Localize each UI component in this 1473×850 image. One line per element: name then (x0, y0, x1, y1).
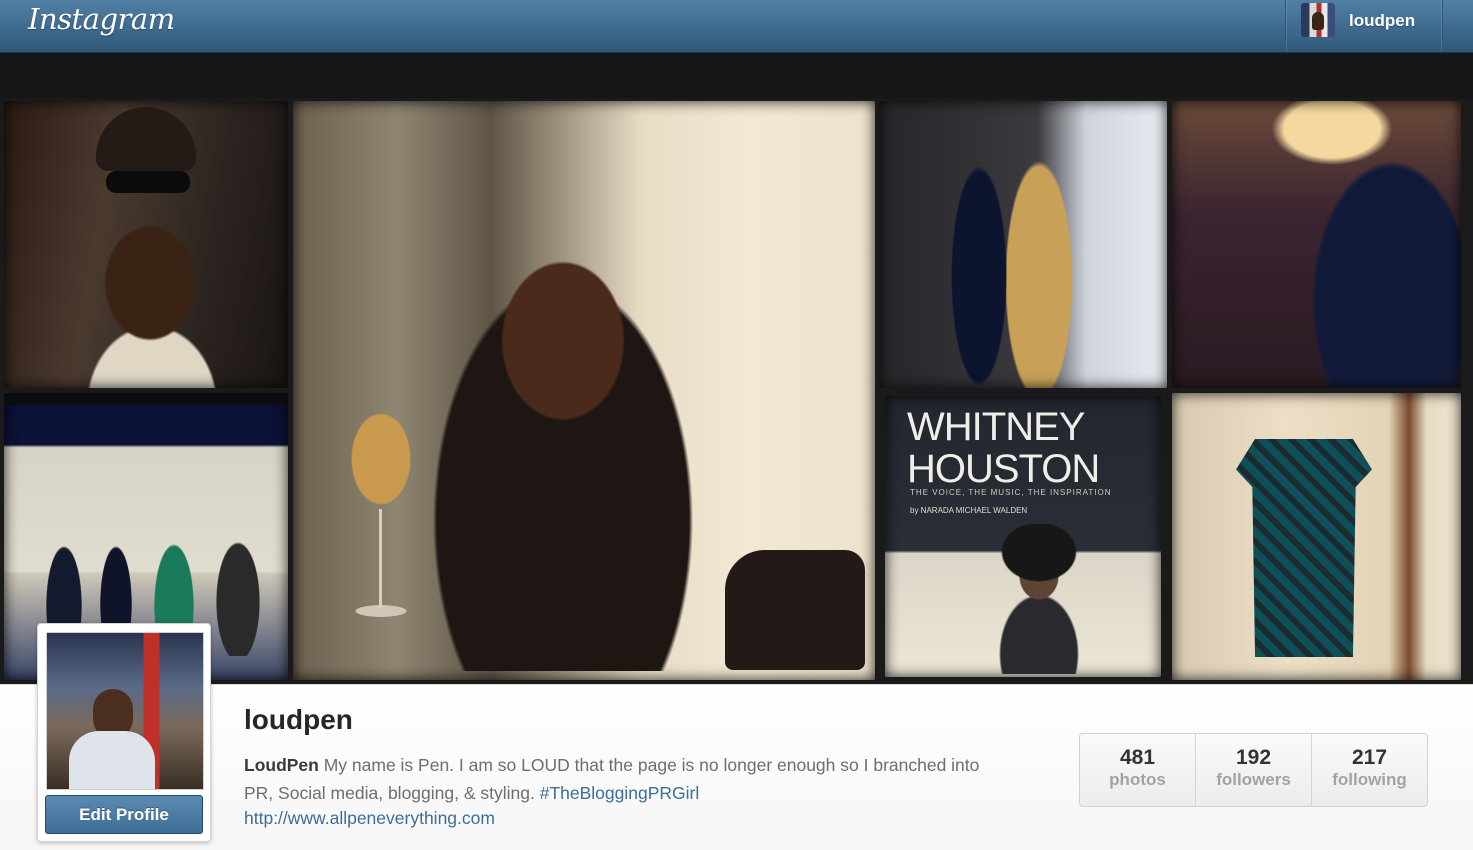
book-title: WHITNEY HOUSTON (907, 405, 1100, 491)
user-avatar[interactable] (1301, 3, 1335, 37)
instagram-logo[interactable]: Instagram (28, 2, 175, 36)
stat-photos-count: 481 (1119, 746, 1156, 769)
collage-photo-1[interactable] (4, 101, 288, 388)
collage-photo-book-cover[interactable]: WHITNEY HOUSTON THE VOICE, THE MUSIC, TH… (885, 396, 1161, 677)
book-author: by NARADA MICHAEL WALDEN (910, 506, 1028, 515)
profile-picture[interactable] (46, 632, 204, 790)
stat-following-count: 217 (1351, 746, 1388, 769)
singer-shape (989, 524, 1089, 674)
collage-photo-3[interactable] (879, 101, 1167, 388)
nav-shadow-bar (0, 53, 1473, 98)
book-title-line-1: WHITNEY (907, 405, 1085, 449)
wine-glass-shape (349, 399, 413, 619)
film-strip-edge (4, 393, 288, 405)
knit-hat-shape (96, 107, 196, 171)
top-nav-bar: Instagram loudpen (0, 0, 1473, 53)
collage-photo-dress[interactable] (1172, 393, 1461, 680)
profile-stats: 481 photos 192 followers 217 following (1079, 733, 1428, 807)
stat-followers-count: 192 (1235, 746, 1272, 769)
book-subtitle: THE VOICE, THE MUSIC, THE INSPIRATION (910, 488, 1112, 497)
profile-bio: LoudPen My name is Pen. I am so LOUD tha… (244, 751, 1004, 807)
dress-shape (1236, 439, 1372, 657)
nav-username[interactable]: loudpen (1349, 11, 1415, 31)
sunglasses-shape (106, 171, 190, 193)
stat-following[interactable]: 217 following (1312, 734, 1427, 806)
edit-profile-button[interactable]: Edit Profile (45, 795, 203, 834)
profile-avatar-card: Edit Profile (37, 623, 211, 842)
stat-followers-label: followers (1216, 770, 1291, 789)
stat-followers[interactable]: 192 followers (1196, 734, 1312, 806)
profile-coat-shape (69, 731, 155, 789)
bio-name: LoudPen (244, 755, 319, 775)
collage-photo-featured[interactable] (293, 101, 875, 680)
user-menu[interactable]: loudpen (1285, 0, 1443, 52)
website-link[interactable]: http://www.allpeneverything.com (244, 808, 495, 829)
book-title-line-2: HOUSTON (907, 447, 1100, 491)
portrait-shape (403, 191, 723, 671)
handbag-shape (725, 550, 865, 670)
collage-photo-4[interactable] (1172, 101, 1461, 388)
stat-photos[interactable]: 481 photos (1080, 734, 1196, 806)
bio-hashtag-link[interactable]: #TheBloggingPRGirl (540, 783, 700, 803)
stat-photos-label: photos (1109, 770, 1166, 789)
profile-username: loudpen (244, 704, 353, 735)
stat-following-label: following (1332, 770, 1407, 789)
